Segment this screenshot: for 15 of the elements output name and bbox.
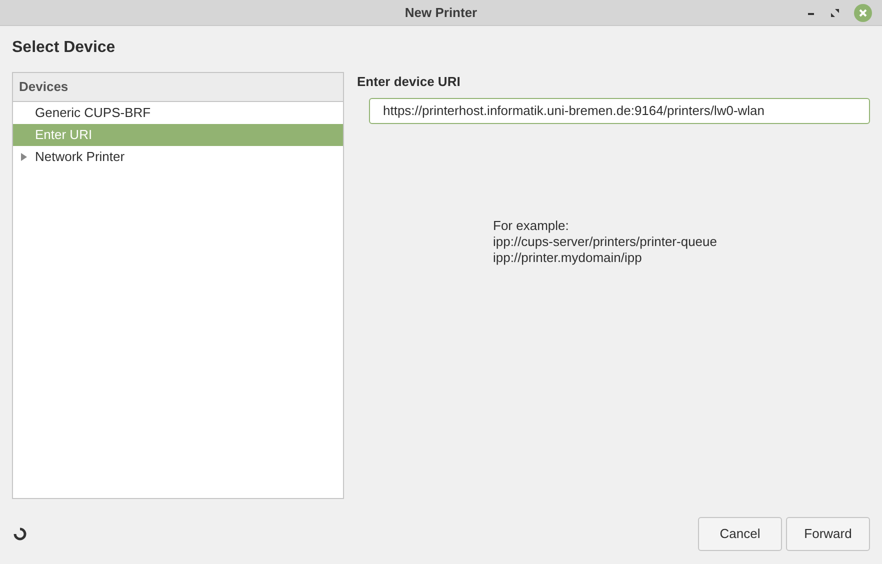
window-title: New Printer (404, 4, 478, 22)
page-heading: Select Device (12, 38, 116, 58)
uri-label: Enter device URI (357, 73, 462, 91)
device-item[interactable]: Network Printer (13, 146, 343, 168)
uri-field[interactable]: https://printerhost.informatik.uni-bremen.de:9164/printers/lw0-wlan (369, 98, 870, 124)
example-text: ipp://printer.mydomain/ipp (493, 250, 643, 266)
forward-button[interactable]: Forward (786, 517, 870, 551)
spinner-icon (13, 527, 27, 541)
example-text: For example: (493, 218, 570, 234)
maximize-icon[interactable] (830, 8, 840, 18)
example-text: ipp://cups-server/printers/printer-queue (493, 234, 718, 250)
column-header[interactable]: Devices (13, 73, 343, 102)
device-item[interactable]: Generic CUPS-BRF (13, 102, 343, 124)
expander-icon[interactable] (20, 153, 28, 161)
cancel-button[interactable]: Cancel (698, 517, 782, 551)
